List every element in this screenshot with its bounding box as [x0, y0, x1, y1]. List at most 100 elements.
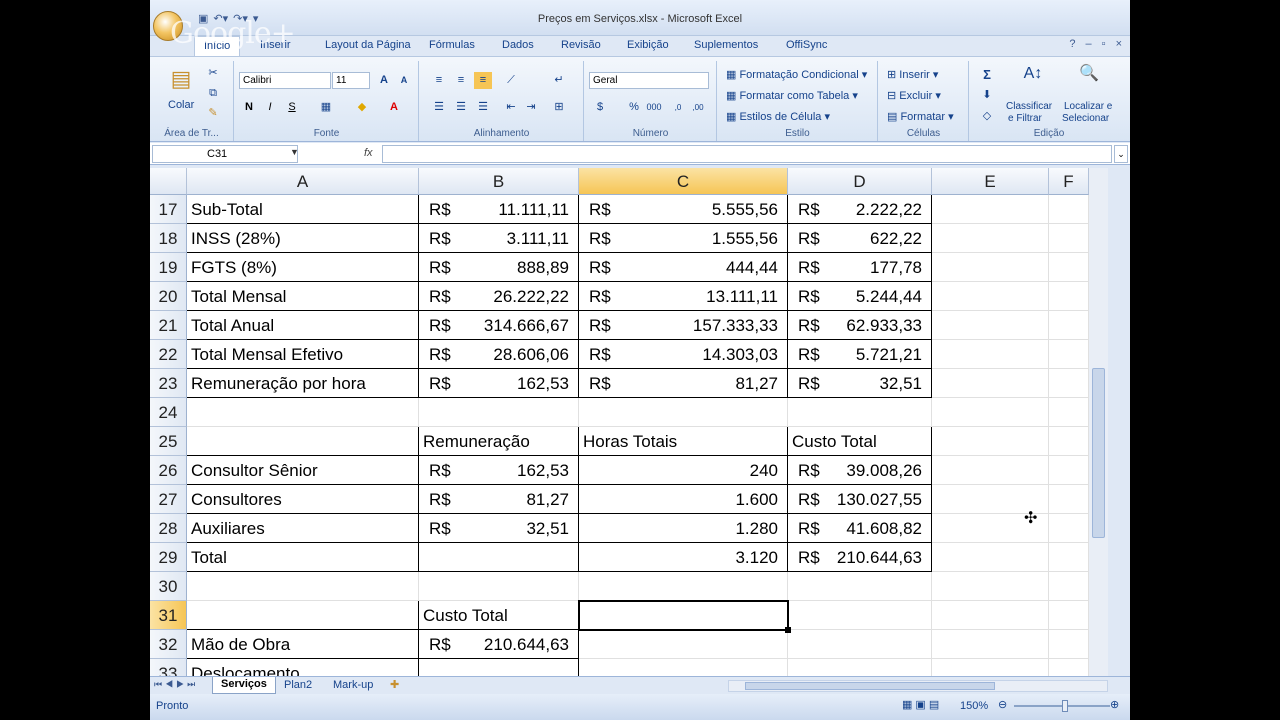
cell-b-value[interactable]: 162,53: [459, 369, 579, 398]
cell-e[interactable]: [932, 311, 1049, 340]
cell-e[interactable]: [932, 253, 1049, 282]
cell-d-value[interactable]: 39.008,26: [824, 456, 932, 485]
row-header[interactable]: 26: [150, 456, 187, 485]
cell-d-value[interactable]: [824, 659, 932, 676]
bold-button[interactable]: N: [240, 99, 258, 116]
normal-view-icon[interactable]: ▦: [902, 698, 912, 711]
cell-f[interactable]: [1049, 427, 1089, 456]
cell-d-currency[interactable]: R$: [788, 195, 824, 224]
sort-filter-label-2[interactable]: e Filtrar: [1008, 113, 1042, 124]
cell-d-value[interactable]: 5.721,21: [824, 340, 932, 369]
tab-dados[interactable]: Dados: [502, 39, 534, 51]
tab-suplementos[interactable]: Suplementos: [694, 39, 758, 51]
cell-d-value[interactable]: 5.244,44: [824, 282, 932, 311]
cell-d-value[interactable]: [824, 572, 932, 601]
zoom-slider[interactable]: [1014, 700, 1110, 712]
cell-c-currency[interactable]: R$: [579, 224, 619, 253]
percent-icon[interactable]: %: [625, 99, 643, 116]
cell-f[interactable]: [1049, 195, 1089, 224]
orientation-icon[interactable]: ⟋: [502, 72, 520, 89]
cell-b-currency[interactable]: R$: [419, 340, 459, 369]
cell-e[interactable]: [932, 601, 1049, 630]
align-right-icon[interactable]: ☰: [474, 99, 492, 116]
cell-f[interactable]: [1049, 514, 1089, 543]
cell-e[interactable]: [932, 427, 1049, 456]
paste-icon[interactable]: ▤: [168, 65, 194, 93]
cell-f[interactable]: [1049, 572, 1089, 601]
row-header[interactable]: 31: [150, 601, 187, 630]
cell-c-value[interactable]: 13.111,11: [619, 282, 788, 311]
cell-b-value[interactable]: 32,51: [459, 514, 579, 543]
column-header-f[interactable]: F: [1049, 168, 1089, 195]
cell-d-currency[interactable]: [788, 630, 824, 659]
cell-a[interactable]: Sub-Total: [187, 195, 419, 224]
zoom-slider-thumb[interactable]: [1062, 700, 1068, 712]
cell-a[interactable]: Remuneração por hora: [187, 369, 419, 398]
cell-d-value[interactable]: 130.027,55: [824, 485, 932, 514]
cell-d-value[interactable]: 32,51: [824, 369, 932, 398]
sort-filter-label-1[interactable]: Classificar: [1006, 101, 1052, 112]
cell-b-currency[interactable]: R$: [419, 369, 459, 398]
increase-decimal-icon[interactable]: ,0: [669, 99, 687, 116]
row-header[interactable]: 30: [150, 572, 187, 601]
cell-b-currency[interactable]: R$: [419, 253, 459, 282]
row-header[interactable]: 17: [150, 195, 187, 224]
row-header[interactable]: 22: [150, 340, 187, 369]
cell-d-currency[interactable]: Custo Total: [788, 427, 932, 456]
cell-a[interactable]: Total Mensal: [187, 282, 419, 311]
cell-d-value[interactable]: [824, 630, 932, 659]
borders-icon[interactable]: ▦: [317, 99, 335, 116]
thousands-icon[interactable]: 000: [645, 99, 663, 116]
tab-exibicao[interactable]: Exibição: [627, 39, 669, 51]
increase-indent-icon[interactable]: ⇥: [522, 99, 540, 116]
cell-b-currency[interactable]: R$: [419, 195, 459, 224]
cell-b-currency[interactable]: [419, 398, 459, 427]
cell-b-currency[interactable]: [419, 572, 459, 601]
cell-a[interactable]: Consultores: [187, 485, 419, 514]
cell-d-currency[interactable]: [788, 572, 824, 601]
fill-handle[interactable]: [785, 627, 791, 633]
font-color-icon[interactable]: A: [385, 99, 403, 116]
worksheet-grid[interactable]: A B C D E F 17 Sub-Total R$ 11.111,11 R$ 5.555,56 R$…: [150, 168, 1108, 676]
cell-d-value[interactable]: 62.933,33: [824, 311, 932, 340]
name-box[interactable]: C31: [152, 145, 298, 163]
cell-d-currency[interactable]: R$: [788, 253, 824, 282]
expand-formula-icon[interactable]: ⌄: [1114, 145, 1128, 163]
row-header[interactable]: 20: [150, 282, 187, 311]
vertical-scroll-thumb[interactable]: [1092, 368, 1105, 538]
cell-d-value[interactable]: 41.608,82: [824, 514, 932, 543]
find-select-label-1[interactable]: Localizar e: [1064, 101, 1112, 112]
cell-b-currency[interactable]: R$: [419, 224, 459, 253]
cell-c-value[interactable]: [619, 572, 788, 601]
horizontal-scrollbar[interactable]: [728, 680, 1108, 692]
cell-c-value[interactable]: 14.303,03: [619, 340, 788, 369]
align-middle-icon[interactable]: ≡: [452, 72, 470, 89]
row-header[interactable]: 21: [150, 311, 187, 340]
row-header[interactable]: 32: [150, 630, 187, 659]
cell-a[interactable]: INSS (28%): [187, 224, 419, 253]
cell-f[interactable]: [1049, 659, 1089, 676]
row-header[interactable]: 25: [150, 427, 187, 456]
cell-c-value[interactable]: 240: [619, 456, 788, 485]
cell-d-currency[interactable]: [788, 398, 824, 427]
conditional-formatting-button[interactable]: ▦ Formatação Condicional ▾: [726, 68, 867, 81]
fill-icon[interactable]: ⬇: [978, 87, 996, 104]
cell-b-value[interactable]: [459, 572, 579, 601]
page-layout-view-icon[interactable]: ▣: [915, 698, 925, 711]
cell-a[interactable]: Deslocamento: [187, 659, 419, 676]
cell-f[interactable]: [1049, 340, 1089, 369]
cell-d-currency[interactable]: R$: [788, 311, 824, 340]
close-icon[interactable]: ×: [1116, 38, 1122, 50]
cell-c-value[interactable]: 1.280: [619, 514, 788, 543]
cell-f[interactable]: [1049, 601, 1089, 630]
cell-d-currency[interactable]: R$: [788, 340, 824, 369]
cell-c-currency[interactable]: R$: [579, 369, 619, 398]
cell-b-value[interactable]: [459, 659, 579, 676]
cell-c-currency[interactable]: R$: [579, 195, 619, 224]
cell-c-value[interactable]: 5.555,56: [619, 195, 788, 224]
cell-d-currency[interactable]: R$: [788, 456, 824, 485]
cell-e[interactable]: [932, 659, 1049, 676]
insert-sheet-icon[interactable]: ✚: [390, 678, 399, 691]
format-painter-icon[interactable]: ✎: [204, 105, 222, 122]
cell-e[interactable]: [932, 456, 1049, 485]
